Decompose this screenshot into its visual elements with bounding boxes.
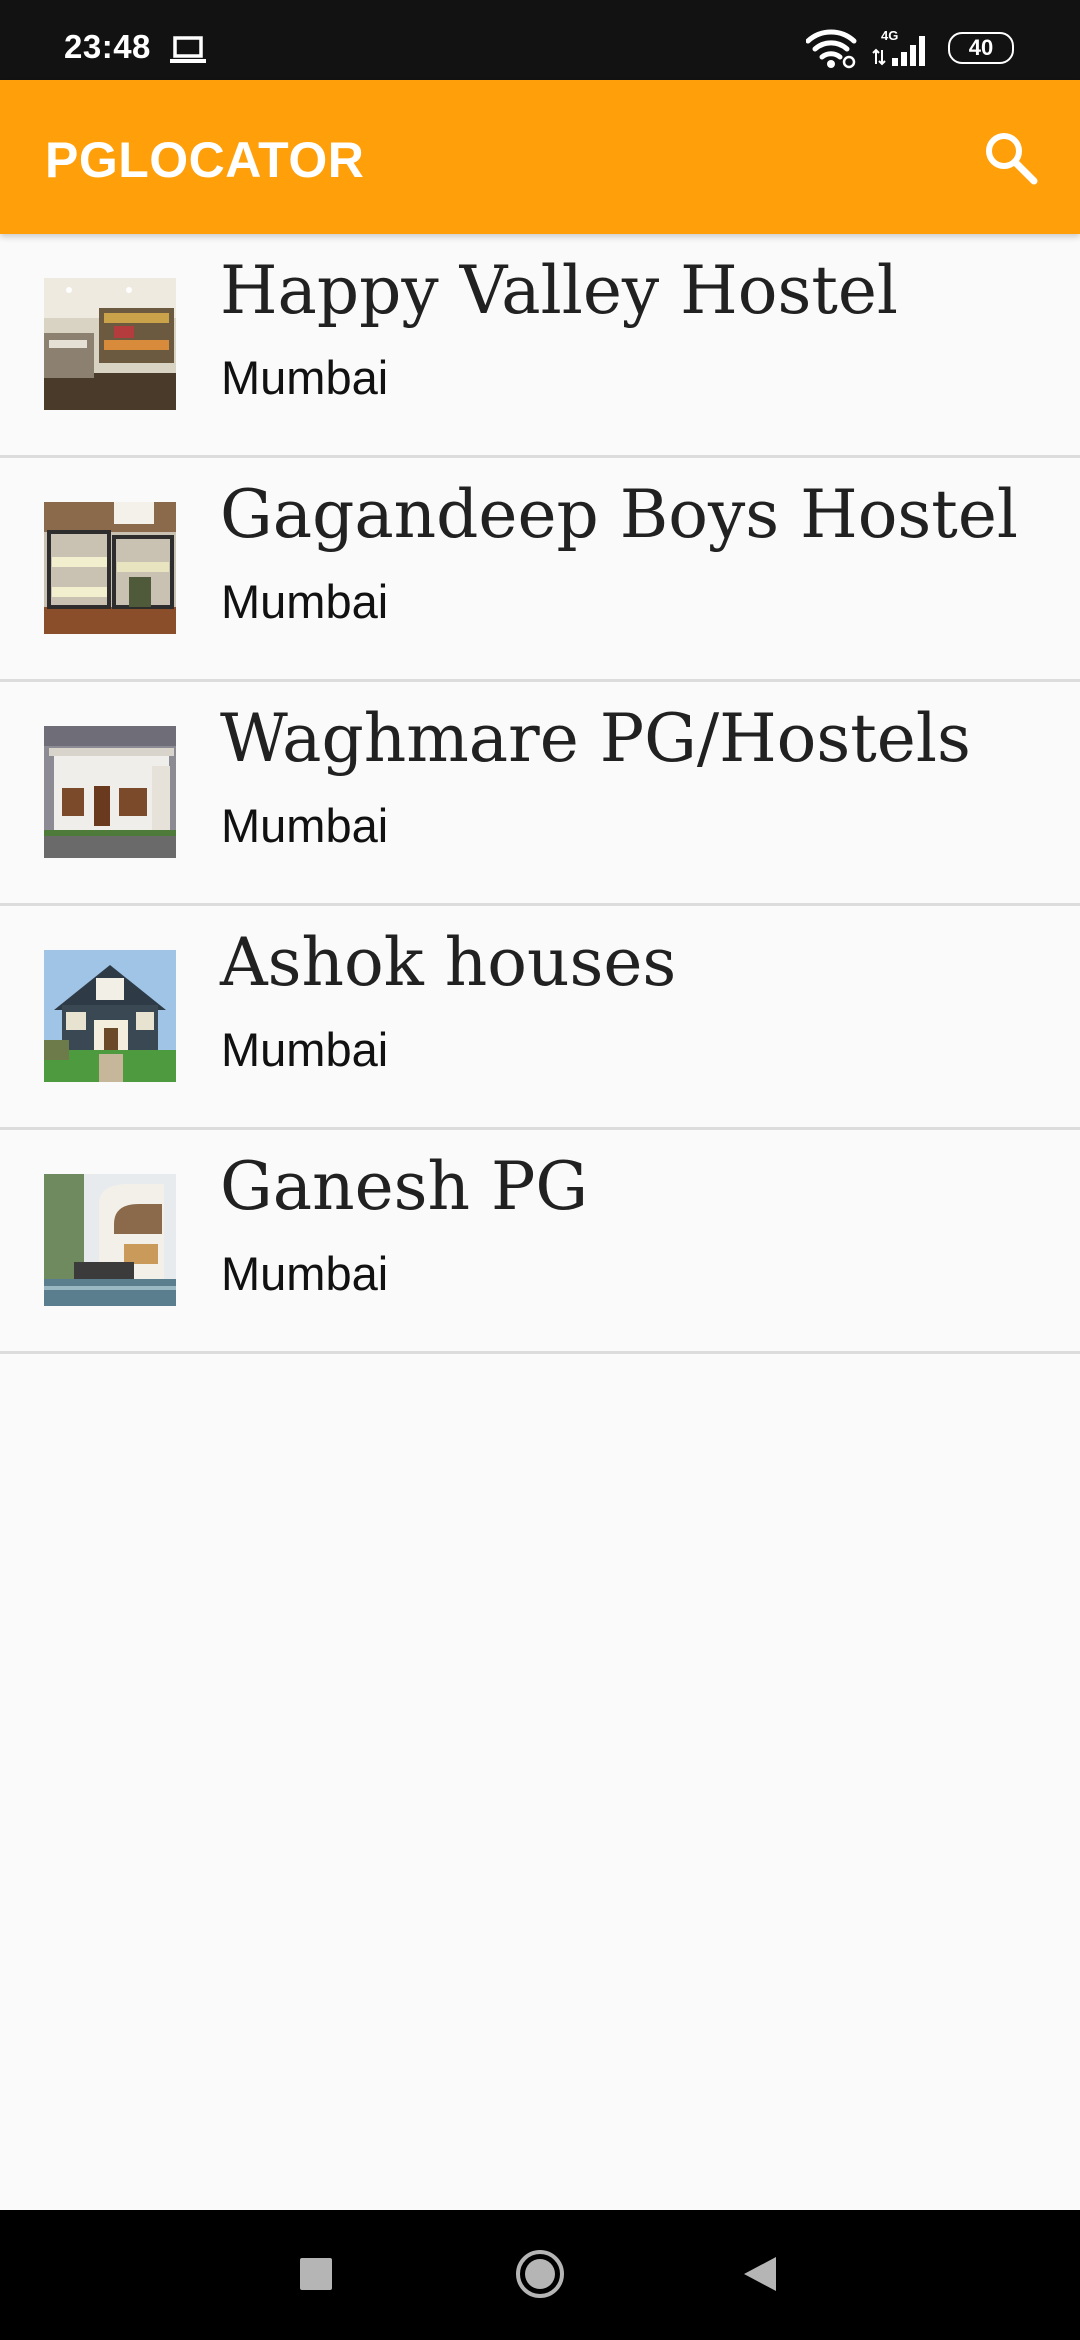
system-nav-bar: [0, 2210, 1080, 2340]
search-icon: [986, 133, 1038, 185]
hostel-name: Ganesh PG: [220, 1148, 589, 1225]
battery-icon: 40: [948, 32, 1016, 64]
hostel-thumbnail: [44, 950, 176, 1082]
home-icon[interactable]: [514, 2248, 566, 2300]
hostel-name: Gagandeep Boys Hostel: [220, 476, 1018, 553]
list-item[interactable]: Waghmare PG/Hostels Mumbai: [0, 682, 1080, 906]
hostel-name: Ashok houses: [220, 924, 677, 1001]
hostel-thumbnail: [44, 1174, 176, 1306]
hostel-thumbnail: [44, 278, 176, 410]
network-type-label: 4G: [881, 28, 898, 43]
hostel-city: Mumbai: [221, 799, 389, 852]
recents-icon[interactable]: [300, 2258, 332, 2290]
search-button[interactable]: [980, 127, 1044, 191]
battery-level: 40: [968, 35, 994, 60]
hostel-city: Mumbai: [221, 351, 389, 404]
back-icon[interactable]: [742, 2255, 778, 2293]
app-title: PGLOCATOR: [45, 132, 365, 188]
status-time: 23:48: [64, 28, 151, 65]
list-item[interactable]: Ganesh PG Mumbai: [0, 1130, 1080, 1354]
hostel-name: Waghmare PG/Hostels: [220, 700, 971, 777]
app-bar: PGLOCATOR: [0, 80, 1080, 234]
list-item[interactable]: Ashok houses Mumbai: [0, 906, 1080, 1130]
signal-icon: 4G: [872, 28, 934, 68]
status-bar: 23:48 4G 40: [0, 0, 1080, 80]
list-item[interactable]: Gagandeep Boys Hostel Mumbai: [0, 458, 1080, 682]
hostel-city: Mumbai: [221, 575, 389, 628]
list-item[interactable]: Happy Valley Hostel Mumbai: [0, 234, 1080, 458]
hostel-thumbnail: [44, 502, 176, 634]
hostel-name: Happy Valley Hostel: [220, 252, 899, 329]
hostel-list: Happy Valley Hostel Mumbai Gagandeep Boy…: [0, 234, 1080, 1354]
wifi-icon: [805, 29, 858, 69]
hostel-city: Mumbai: [221, 1023, 389, 1076]
hostel-thumbnail: [44, 726, 176, 858]
laptop-icon: [170, 35, 206, 65]
hostel-city: Mumbai: [221, 1247, 389, 1300]
